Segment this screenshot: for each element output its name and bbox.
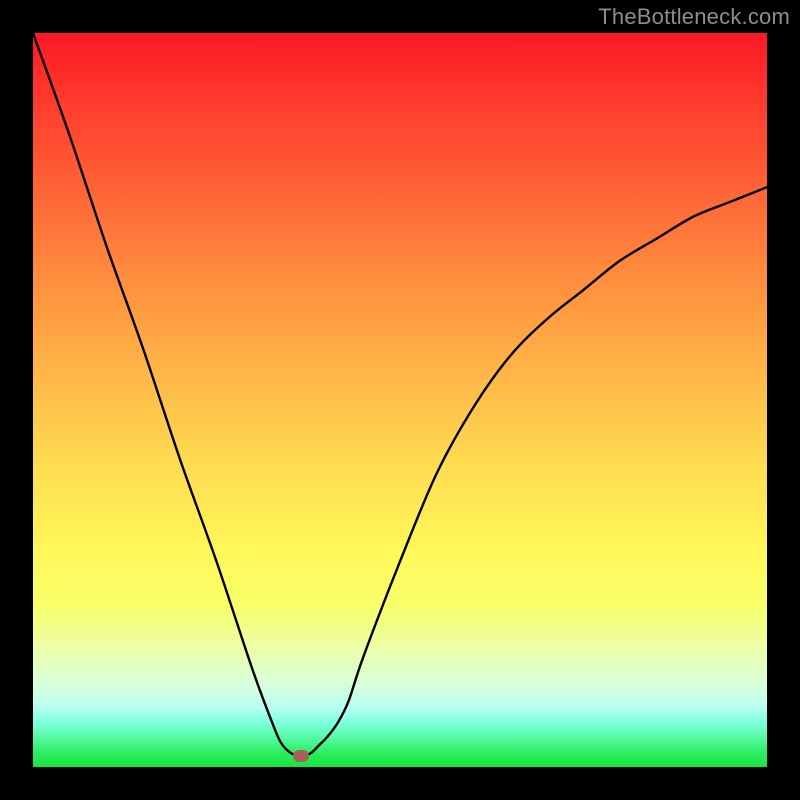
optimal-point-marker [293,750,309,762]
chart-frame: TheBottleneck.com [0,0,800,800]
watermark-text: TheBottleneck.com [598,4,790,30]
chart-curve-svg [33,33,767,767]
bottleneck-curve [33,33,767,756]
chart-plot-area [33,33,767,767]
